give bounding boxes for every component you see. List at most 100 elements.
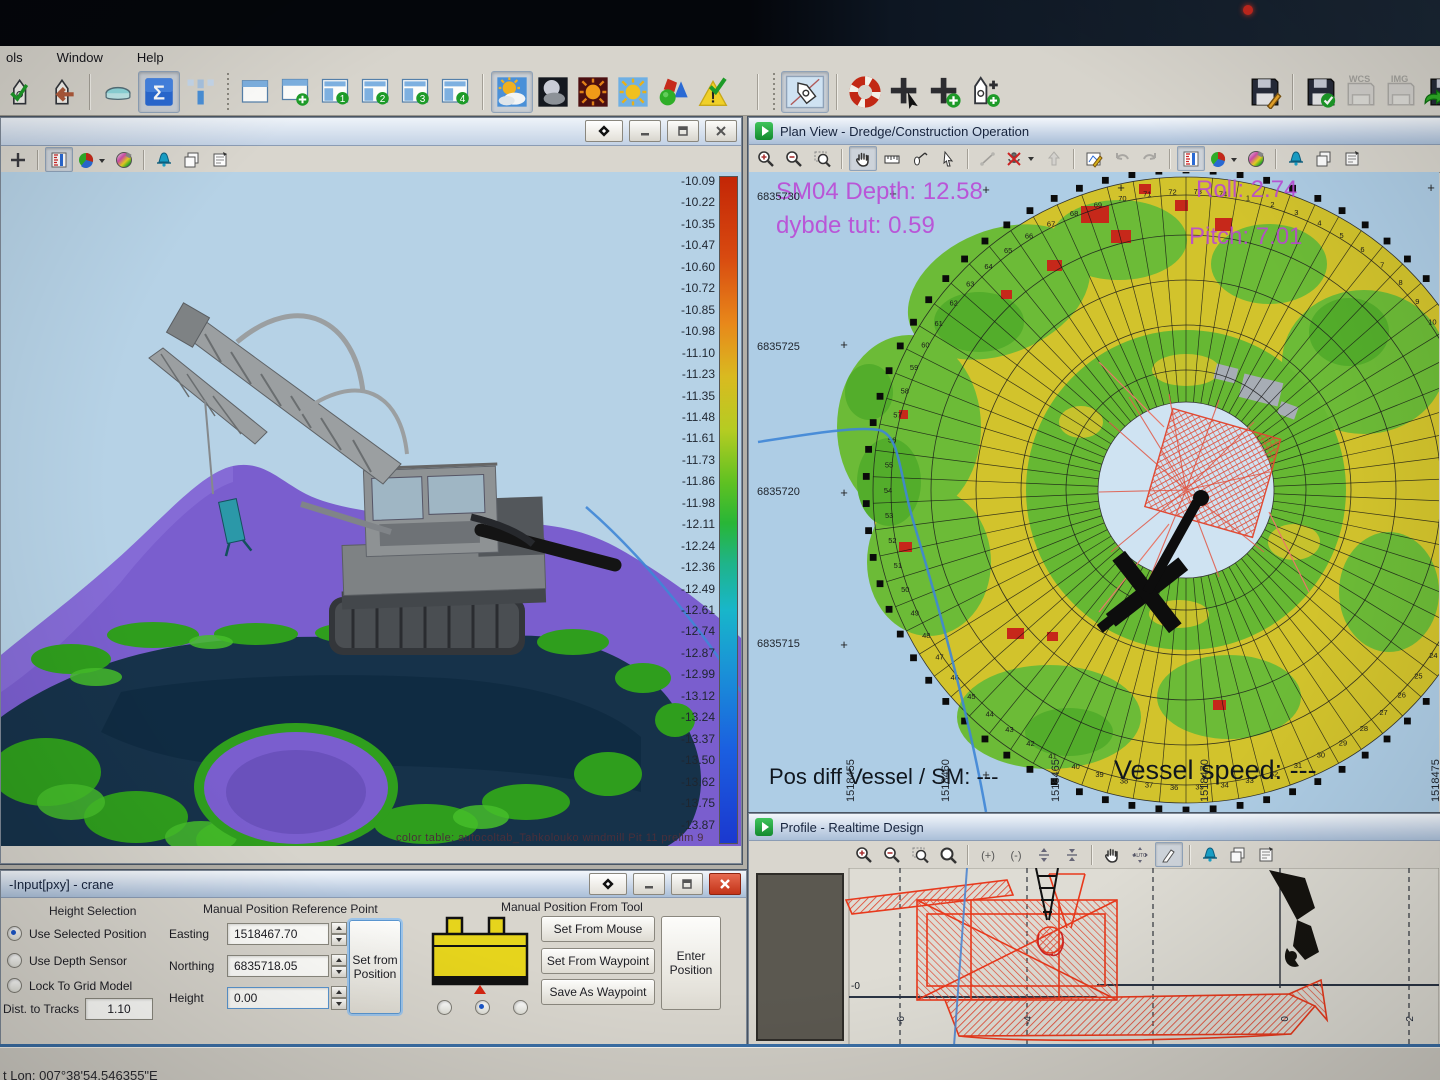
day-mode-icon[interactable]: [491, 71, 533, 113]
expand-h-icon[interactable]: (+): [975, 843, 1001, 866]
menu-help[interactable]: Help: [133, 49, 168, 66]
save-wcs-icon[interactable]: WCS: [1341, 72, 1381, 112]
save-check-icon[interactable]: [1301, 72, 1341, 112]
window-add-icon[interactable]: [275, 72, 315, 112]
tool-ref-left-radio[interactable]: [437, 1000, 452, 1015]
zoom-window-icon[interactable]: [809, 147, 835, 170]
view3d-titlebar[interactable]: [1, 118, 741, 146]
edit-area-icon[interactable]: [1081, 147, 1107, 170]
target-add-icon[interactable]: [925, 72, 965, 112]
crane-titlebar[interactable]: -Input[pxy] - crane: [1, 871, 746, 898]
zoom-in-icon[interactable]: [851, 843, 877, 866]
line-icon[interactable]: [975, 147, 1001, 170]
alarm-icon[interactable]: [1283, 147, 1309, 170]
alarm-icon[interactable]: [1197, 843, 1223, 866]
move-up-icon[interactable]: [1041, 147, 1067, 170]
height-stepper[interactable]: [331, 986, 347, 1010]
shrink-v-icon[interactable]: [1059, 843, 1085, 866]
zoom-out-icon[interactable]: [781, 147, 807, 170]
menu-window[interactable]: Window: [53, 49, 107, 66]
sigma-icon[interactable]: Σ: [138, 71, 180, 113]
sun-red-icon[interactable]: [573, 72, 613, 112]
paint-sphere-icon[interactable]: [1243, 147, 1269, 170]
vessel-add-icon[interactable]: [965, 72, 1005, 112]
save-img-icon[interactable]: IMG: [1381, 72, 1421, 112]
radio-use-selected-position[interactable]: Use Selected Position: [7, 926, 146, 941]
dock-icon[interactable]: [589, 873, 627, 895]
layout-2-icon[interactable]: 2: [355, 72, 395, 112]
set-from-mouse-button[interactable]: Set From Mouse: [541, 916, 655, 942]
easting-input[interactable]: 1518467.70: [227, 923, 329, 945]
profile-titlebar[interactable]: Profile - Realtime Design: [749, 814, 1440, 841]
zoom-window-icon[interactable]: [907, 843, 933, 866]
easting-stepper[interactable]: [331, 922, 347, 946]
restore-icon[interactable]: [671, 873, 703, 895]
view3d-viewport[interactable]: -10.09-10.22-10.35-10.47-10.60-10.72-10.…: [1, 172, 741, 846]
zoom-extents-icon[interactable]: [935, 843, 961, 866]
minimize-icon[interactable]: [633, 873, 665, 895]
radio-lock-to-grid-model[interactable]: Lock To Grid Model: [7, 978, 132, 993]
close-icon[interactable]: [705, 120, 737, 142]
color-wheel-icon[interactable]: [75, 148, 109, 171]
lifering-icon[interactable]: [845, 72, 885, 112]
dock-icon[interactable]: [585, 120, 623, 142]
auto-center-icon[interactable]: AUTO: [1127, 843, 1153, 866]
restore-icon[interactable]: [667, 120, 699, 142]
color-wheel-icon[interactable]: [1207, 147, 1241, 170]
layout-3-icon[interactable]: 3: [395, 72, 435, 112]
layout-4-icon[interactable]: 4: [435, 72, 475, 112]
echosounder-icon[interactable]: [98, 72, 138, 112]
pan-hand-icon[interactable]: [1099, 843, 1125, 866]
alarm-icon[interactable]: [151, 148, 177, 171]
undo-icon[interactable]: [1109, 147, 1135, 170]
save-export-icon[interactable]: [1421, 72, 1440, 112]
warning-check-icon[interactable]: !: [693, 72, 733, 112]
pointer-icon[interactable]: [935, 147, 961, 170]
properties-icon[interactable]: [1339, 147, 1365, 170]
target-cursor-icon[interactable]: [885, 72, 925, 112]
tool-ref-center-radio[interactable]: [475, 1000, 490, 1015]
copy-view-icon[interactable]: [1225, 843, 1251, 866]
ruler-icon[interactable]: [879, 147, 905, 170]
profile-measure-icon[interactable]: [907, 147, 933, 170]
paint-sphere-icon[interactable]: [111, 148, 137, 171]
minimize-icon[interactable]: [629, 120, 661, 142]
radio-use-depth-sensor[interactable]: Use Depth Sensor: [7, 953, 127, 968]
copy-view-icon[interactable]: [179, 148, 205, 171]
menu-tools[interactable]: ols: [2, 49, 27, 66]
northing-input[interactable]: 6835718.05: [227, 955, 329, 977]
shapes-3d-icon[interactable]: [653, 72, 693, 112]
properties-icon[interactable]: [207, 148, 233, 171]
close-icon[interactable]: [709, 873, 741, 895]
sun-blue-icon[interactable]: [613, 72, 653, 112]
zoom-in-icon[interactable]: [753, 147, 779, 170]
save-as-waypoint-button[interactable]: Save As Waypoint: [541, 979, 655, 1005]
save-edit-icon[interactable]: [1245, 72, 1285, 112]
vessel-track-icon[interactable]: [781, 71, 829, 113]
pen-icon[interactable]: [1155, 842, 1183, 867]
tool-ref-right-radio[interactable]: [513, 1000, 528, 1015]
set-from-waypoint-button[interactable]: Set From Waypoint: [541, 948, 655, 974]
redo-icon[interactable]: [1137, 147, 1163, 170]
color-scale-icon[interactable]: [45, 147, 73, 172]
enter-position-button[interactable]: Enter Position: [661, 916, 721, 1010]
vessel-check-icon[interactable]: [2, 72, 42, 112]
color-scale-icon[interactable]: [1177, 146, 1205, 171]
vessel-back-arrow-icon[interactable]: [42, 72, 82, 112]
set-from-position-button[interactable]: Set from Position: [349, 920, 401, 1014]
expand-v-icon[interactable]: [1031, 843, 1057, 866]
zoom-out-icon[interactable]: [879, 843, 905, 866]
device-tree-icon[interactable]: [180, 72, 220, 112]
properties-icon[interactable]: [1253, 843, 1279, 866]
plan-viewport[interactable]: 1234567891011121314151617181920212223242…: [749, 172, 1439, 812]
profile-viewport[interactable]: (+) (-) AUTO: [749, 841, 1439, 1046]
copy-view-icon[interactable]: [1311, 147, 1337, 170]
shrink-h-icon[interactable]: (-): [1003, 843, 1029, 866]
height-input[interactable]: 0.00: [227, 987, 329, 1009]
dist-to-tracks-input[interactable]: 1.10: [85, 998, 153, 1020]
anchor-off-icon[interactable]: [1003, 147, 1039, 170]
add-target-icon[interactable]: [5, 148, 31, 171]
northing-stepper[interactable]: [331, 954, 347, 978]
plan-titlebar[interactable]: Plan View - Dredge/Construction Operatio…: [749, 118, 1440, 145]
night-mode-icon[interactable]: [533, 72, 573, 112]
